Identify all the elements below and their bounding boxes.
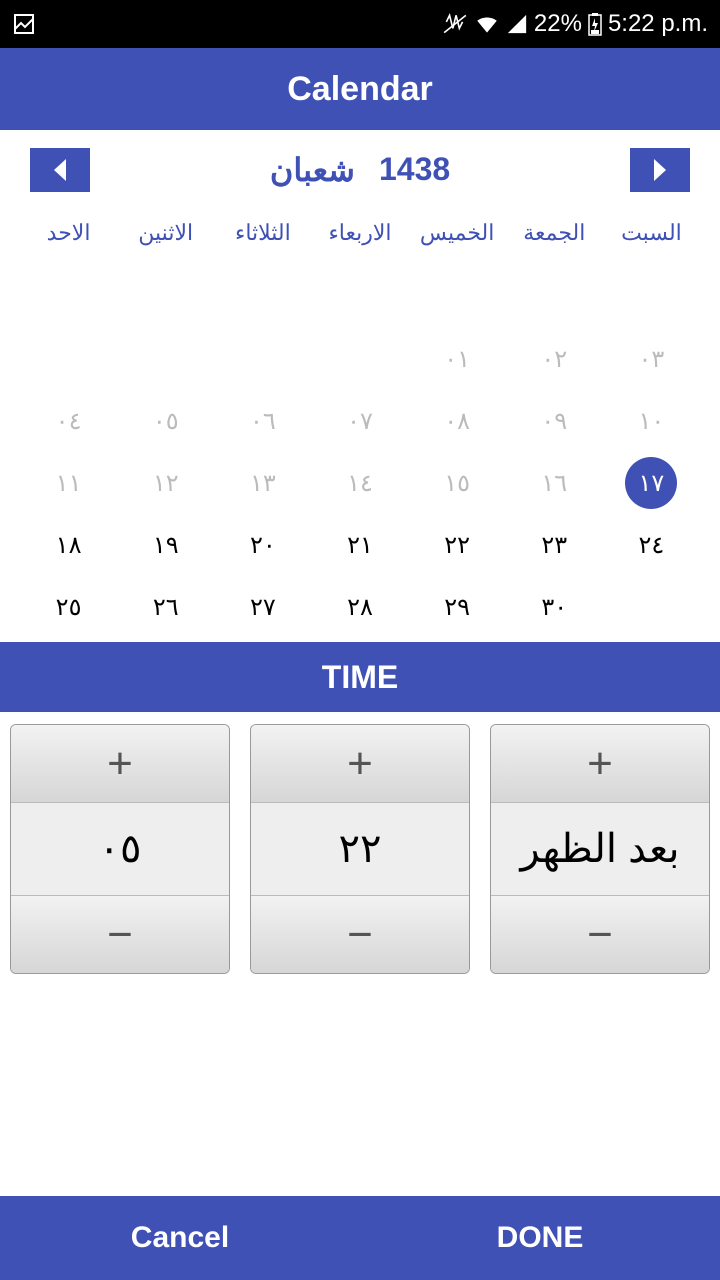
ampm-value[interactable]: بعد الظهر xyxy=(491,802,709,896)
status-time: 5:22 p.m. xyxy=(608,10,708,38)
day-cell[interactable]: ٣٠ xyxy=(506,576,603,638)
hour-minus-button[interactable]: − xyxy=(11,896,229,973)
day-cell[interactable]: ١١ xyxy=(20,452,117,514)
year-value: 1438 xyxy=(379,151,450,189)
day-cell[interactable]: ١٤ xyxy=(311,452,408,514)
minute-plus-button[interactable]: + xyxy=(251,725,469,802)
day-cell[interactable]: ١٧ xyxy=(603,452,700,514)
day-cell[interactable]: ٢٣ xyxy=(506,514,603,576)
minute-value[interactable]: ٢٢ xyxy=(251,802,469,896)
day-cell[interactable]: ١٥ xyxy=(409,452,506,514)
minute-minus-button[interactable]: − xyxy=(251,896,469,973)
month-navigation: شعبان 1438 xyxy=(0,130,720,210)
weekday-4: الخميس xyxy=(409,210,506,256)
ampm-minus-button[interactable]: − xyxy=(491,896,709,973)
day-cell[interactable]: ٠٨ xyxy=(409,390,506,452)
day-cell xyxy=(117,328,214,390)
time-header: TIME xyxy=(0,642,720,712)
day-cell xyxy=(214,266,311,328)
day-cell[interactable]: ٠٥ xyxy=(117,390,214,452)
day-cell[interactable]: ١٩ xyxy=(117,514,214,576)
day-cell xyxy=(214,328,311,390)
ampm-spinner: + بعد الظهر − xyxy=(490,724,710,974)
day-cell[interactable]: ٠٤ xyxy=(20,390,117,452)
day-cell[interactable]: ٠٧ xyxy=(311,390,408,452)
hour-value[interactable]: ٠٥ xyxy=(11,802,229,896)
weekday-0: الاحد xyxy=(20,210,117,256)
day-cell xyxy=(311,328,408,390)
day-cell[interactable]: ١٢ xyxy=(117,452,214,514)
minute-spinner: + ٢٢ − xyxy=(250,724,470,974)
day-cell[interactable]: ٢٠ xyxy=(214,514,311,576)
signal-icon xyxy=(506,13,528,35)
day-cell xyxy=(603,266,700,328)
day-cell[interactable]: ٠٩ xyxy=(506,390,603,452)
day-cell[interactable]: ٢٨ xyxy=(311,576,408,638)
wifi-icon xyxy=(474,11,500,37)
day-cell[interactable]: ١٨ xyxy=(20,514,117,576)
calendar-grid: ٠١٠٢٠٣ ٠٤٠٥٠٦٠٧٠٨٠٩١٠ ١١١٢١٣١٤١٥١٦١٧ ١٨١٩٢٠… xyxy=(0,256,720,638)
day-cell[interactable]: ٢٦ xyxy=(117,576,214,638)
vibrate-icon xyxy=(442,11,468,37)
month-year-label: شعبان 1438 xyxy=(270,151,450,189)
day-cell[interactable]: ٢١ xyxy=(311,514,408,576)
day-cell xyxy=(603,576,700,638)
time-spinners: + ٠٥ − + ٢٢ − + بعد الظهر − xyxy=(0,712,720,986)
app-header: Calendar xyxy=(0,48,720,130)
weekday-headers: الاحدالاثنينالثلاثاءالاربعاءالخميسالجمعة… xyxy=(0,210,720,256)
day-cell[interactable]: ٢٤ xyxy=(603,514,700,576)
weekday-2: الثلاثاء xyxy=(214,210,311,256)
day-cell xyxy=(20,266,117,328)
day-cell[interactable]: ٠٢ xyxy=(506,328,603,390)
battery-icon xyxy=(588,12,602,36)
weekday-6: السبت xyxy=(603,210,700,256)
day-cell xyxy=(506,266,603,328)
next-month-button[interactable] xyxy=(630,148,690,192)
day-cell xyxy=(311,266,408,328)
day-cell[interactable]: ٢٥ xyxy=(20,576,117,638)
image-icon xyxy=(12,12,36,36)
ampm-plus-button[interactable]: + xyxy=(491,725,709,802)
day-cell[interactable]: ١٠ xyxy=(603,390,700,452)
prev-month-button[interactable] xyxy=(30,148,90,192)
battery-percent: 22% xyxy=(534,10,582,38)
day-cell[interactable]: ٢٩ xyxy=(409,576,506,638)
weekday-3: الاربعاء xyxy=(311,210,408,256)
hour-spinner: + ٠٥ − xyxy=(10,724,230,974)
hour-plus-button[interactable]: + xyxy=(11,725,229,802)
day-cell[interactable]: ٠٦ xyxy=(214,390,311,452)
weekday-5: الجمعة xyxy=(506,210,603,256)
day-cell[interactable]: ٢٧ xyxy=(214,576,311,638)
day-cell[interactable]: ١٣ xyxy=(214,452,311,514)
day-cell xyxy=(117,266,214,328)
footer-actions: Cancel DONE xyxy=(0,1196,720,1280)
day-cell[interactable]: ٢٢ xyxy=(409,514,506,576)
day-cell[interactable]: ١٦ xyxy=(506,452,603,514)
cancel-button[interactable]: Cancel xyxy=(0,1196,360,1280)
day-cell[interactable]: ٠٣ xyxy=(603,328,700,390)
day-cell[interactable]: ٠١ xyxy=(409,328,506,390)
month-name: شعبان xyxy=(270,151,355,189)
status-bar: 22% 5:22 p.m. xyxy=(0,0,720,48)
day-cell xyxy=(409,266,506,328)
day-cell xyxy=(20,328,117,390)
header-title: Calendar xyxy=(287,70,433,109)
weekday-1: الاثنين xyxy=(117,210,214,256)
done-button[interactable]: DONE xyxy=(360,1196,720,1280)
